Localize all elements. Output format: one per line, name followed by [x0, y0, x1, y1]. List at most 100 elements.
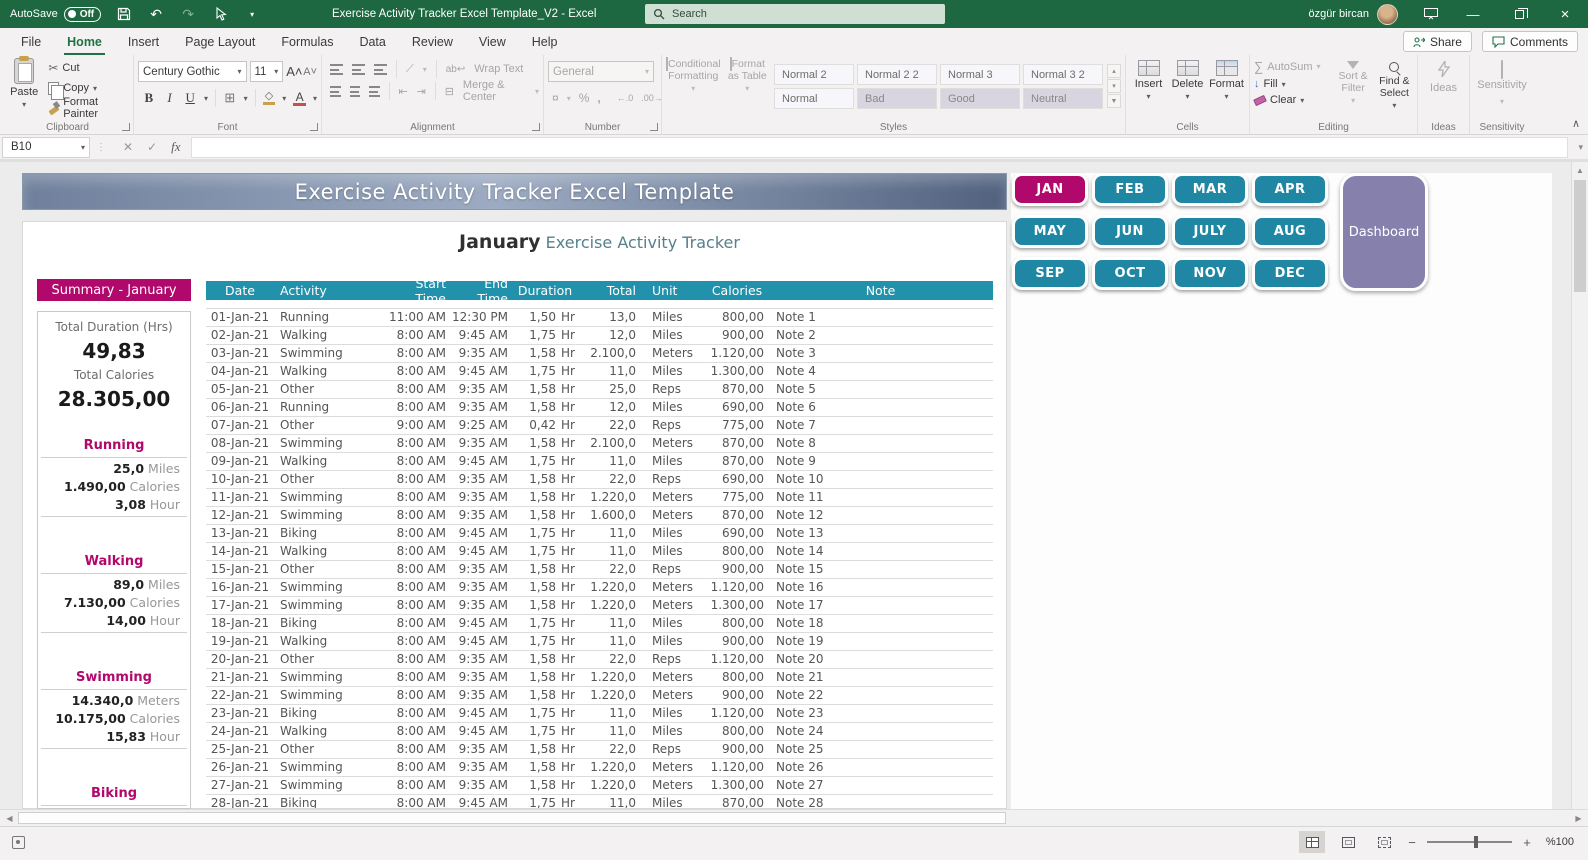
cell-calories[interactable]: 1.120,00	[706, 759, 768, 776]
cell-unit[interactable]: Miles	[644, 363, 706, 380]
orientation-icon[interactable]: ⟋	[406, 63, 414, 76]
font-dialog-launcher-icon[interactable]	[310, 123, 318, 131]
cell-calories[interactable]: 900,00	[706, 687, 768, 704]
cell-total[interactable]: 11,0	[578, 363, 644, 380]
column-header-start-time[interactable]: Start Time	[386, 276, 450, 306]
save-icon[interactable]	[115, 5, 133, 23]
customize-quick-access-icon[interactable]: ▾	[243, 5, 261, 23]
cell-end-time[interactable]: 9:35 AM	[450, 579, 512, 596]
fill-color-icon[interactable]: ◇	[262, 91, 276, 105]
font-name-select[interactable]: Century Gothic ▾	[138, 61, 247, 82]
macro-record-icon[interactable]	[12, 835, 25, 849]
cell-unit[interactable]: Meters	[644, 345, 706, 362]
cell-total[interactable]: 2.100,0	[578, 435, 644, 452]
cell-duration[interactable]: 1,50	[512, 309, 556, 326]
paste-dropdown-icon[interactable]: ▾	[22, 100, 26, 109]
table-row[interactable]: 15-Jan-21 Other 8:00 AM 9:35 AM 1,58 Hr 22,0 Re…	[206, 561, 993, 579]
ribbon-display-options-icon[interactable]	[1412, 0, 1450, 28]
cell-note[interactable]: Note 1	[768, 309, 993, 326]
cell-activity[interactable]: Swimming	[274, 489, 386, 506]
cell-activity[interactable]: Swimming	[274, 507, 386, 524]
cell-duration[interactable]: 1,75	[512, 615, 556, 632]
cell-end-time[interactable]: 9:35 AM	[450, 597, 512, 614]
cell-activity[interactable]: Swimming	[274, 345, 386, 362]
cell-duration[interactable]: 1,58	[512, 759, 556, 776]
cell-calories[interactable]: 690,00	[706, 525, 768, 542]
table-row[interactable]: 09-Jan-21 Walking 8:00 AM 9:45 AM 1,75 Hr 11,0…	[206, 453, 993, 471]
table-row[interactable]: 14-Jan-21 Walking 8:00 AM 9:45 AM 1,75 Hr 11,0…	[206, 543, 993, 561]
cell-date[interactable]: 23-Jan-21	[206, 705, 274, 722]
cell-end-time[interactable]: 9:45 AM	[450, 705, 512, 722]
cell-start-time[interactable]: 8:00 AM	[386, 525, 450, 542]
cell-total[interactable]: 1.220,0	[578, 687, 644, 704]
cell-duration[interactable]: 1,58	[512, 435, 556, 452]
cell-duration[interactable]: 1,58	[512, 507, 556, 524]
cell-end-time[interactable]: 9:45 AM	[450, 615, 512, 632]
cell-unit[interactable]: Miles	[644, 543, 706, 560]
cell-start-time[interactable]: 8:00 AM	[386, 507, 450, 524]
column-header-end-time[interactable]: End Time	[450, 276, 512, 306]
cell-activity[interactable]: Swimming	[274, 759, 386, 776]
search-input[interactable]: Search	[645, 4, 945, 24]
cell-end-time[interactable]: 9:45 AM	[450, 363, 512, 380]
clipboard-dialog-launcher-icon[interactable]	[122, 123, 130, 131]
table-row[interactable]: 25-Jan-21 Other 8:00 AM 9:35 AM 1,58 Hr 22,0 Re…	[206, 741, 993, 759]
cell-duration[interactable]: 1,75	[512, 327, 556, 344]
comments-button[interactable]: Comments	[1481, 31, 1578, 52]
cell-total[interactable]: 1.220,0	[578, 579, 644, 596]
cell-unit[interactable]: Meters	[644, 507, 706, 524]
cell-total[interactable]: 1.220,0	[578, 669, 644, 686]
gallery-up-icon[interactable]: ▴	[1107, 64, 1121, 78]
format-painter-button[interactable]: Format Painter	[48, 96, 129, 120]
table-row[interactable]: 05-Jan-21 Other 8:00 AM 9:35 AM 1,58 Hr 25,0 Re…	[206, 381, 993, 399]
month-button-sep[interactable]: SEP	[1012, 257, 1088, 290]
cell-date[interactable]: 22-Jan-21	[206, 687, 274, 704]
cell-total[interactable]: 22,0	[578, 651, 644, 668]
cell-calories[interactable]: 800,00	[706, 723, 768, 740]
cell-calories[interactable]: 1.120,00	[706, 345, 768, 362]
cell-activity[interactable]: Biking	[274, 705, 386, 722]
cell-total[interactable]: 22,0	[578, 741, 644, 758]
cell-unit[interactable]: Miles	[644, 705, 706, 722]
autosave-toggle[interactable]: AutoSave Off	[10, 6, 102, 22]
month-button-july[interactable]: JULY	[1172, 215, 1248, 248]
cell-date[interactable]: 13-Jan-21	[206, 525, 274, 542]
month-button-oct[interactable]: OCT	[1092, 257, 1168, 290]
cell-note[interactable]: Note 11	[768, 489, 993, 506]
cell-start-time[interactable]: 8:00 AM	[386, 363, 450, 380]
cell-date[interactable]: 06-Jan-21	[206, 399, 274, 416]
cell-date[interactable]: 15-Jan-21	[206, 561, 274, 578]
cell-note[interactable]: Note 24	[768, 723, 993, 740]
cell-note[interactable]: Note 21	[768, 669, 993, 686]
dashboard-button[interactable]: Dashboard	[1340, 173, 1428, 291]
decrease-font-icon[interactable]: A˅	[303, 66, 317, 78]
cell-end-time[interactable]: 9:45 AM	[450, 525, 512, 542]
cell-activity[interactable]: Swimming	[274, 669, 386, 686]
cell-start-time[interactable]: 11:00 AM	[386, 309, 450, 326]
cell-duration[interactable]: 1,58	[512, 597, 556, 614]
cell-activity[interactable]: Walking	[274, 453, 386, 470]
sensitivity-button[interactable]: Sensitivity ▾	[1474, 60, 1530, 109]
cell-calories[interactable]: 775,00	[706, 489, 768, 506]
cell-activity[interactable]: Other	[274, 381, 386, 398]
minimize-button[interactable]: —	[1450, 0, 1496, 28]
ideas-button[interactable]: Ideas	[1422, 58, 1465, 94]
cell-end-time[interactable]: 9:35 AM	[450, 381, 512, 398]
cell-activity[interactable]: Swimming	[274, 435, 386, 452]
table-row[interactable]: 13-Jan-21 Biking 8:00 AM 9:45 AM 1,75 Hr 11,0 M…	[206, 525, 993, 543]
cell-unit[interactable]: Miles	[644, 453, 706, 470]
cell-note[interactable]: Note 13	[768, 525, 993, 542]
cell-duration[interactable]: 1,75	[512, 453, 556, 470]
cell-calories[interactable]: 690,00	[706, 399, 768, 416]
cell-end-time[interactable]: 9:35 AM	[450, 651, 512, 668]
table-row[interactable]: 01-Jan-21 Running 11:00 AM 12:30 PM 1,50 Hr 13…	[206, 309, 993, 327]
delete-cells-button[interactable]: Delete ▾	[1169, 60, 1206, 119]
cell-duration[interactable]: 1,75	[512, 705, 556, 722]
cell-unit[interactable]: Reps	[644, 741, 706, 758]
cell-end-time[interactable]: 9:45 AM	[450, 327, 512, 344]
cell-total[interactable]: 2.100,0	[578, 345, 644, 362]
cell-calories[interactable]: 870,00	[706, 795, 768, 808]
cell-style-good[interactable]: Good	[940, 88, 1020, 109]
cell-duration[interactable]: 1,58	[512, 471, 556, 488]
cell-end-time[interactable]: 9:35 AM	[450, 345, 512, 362]
